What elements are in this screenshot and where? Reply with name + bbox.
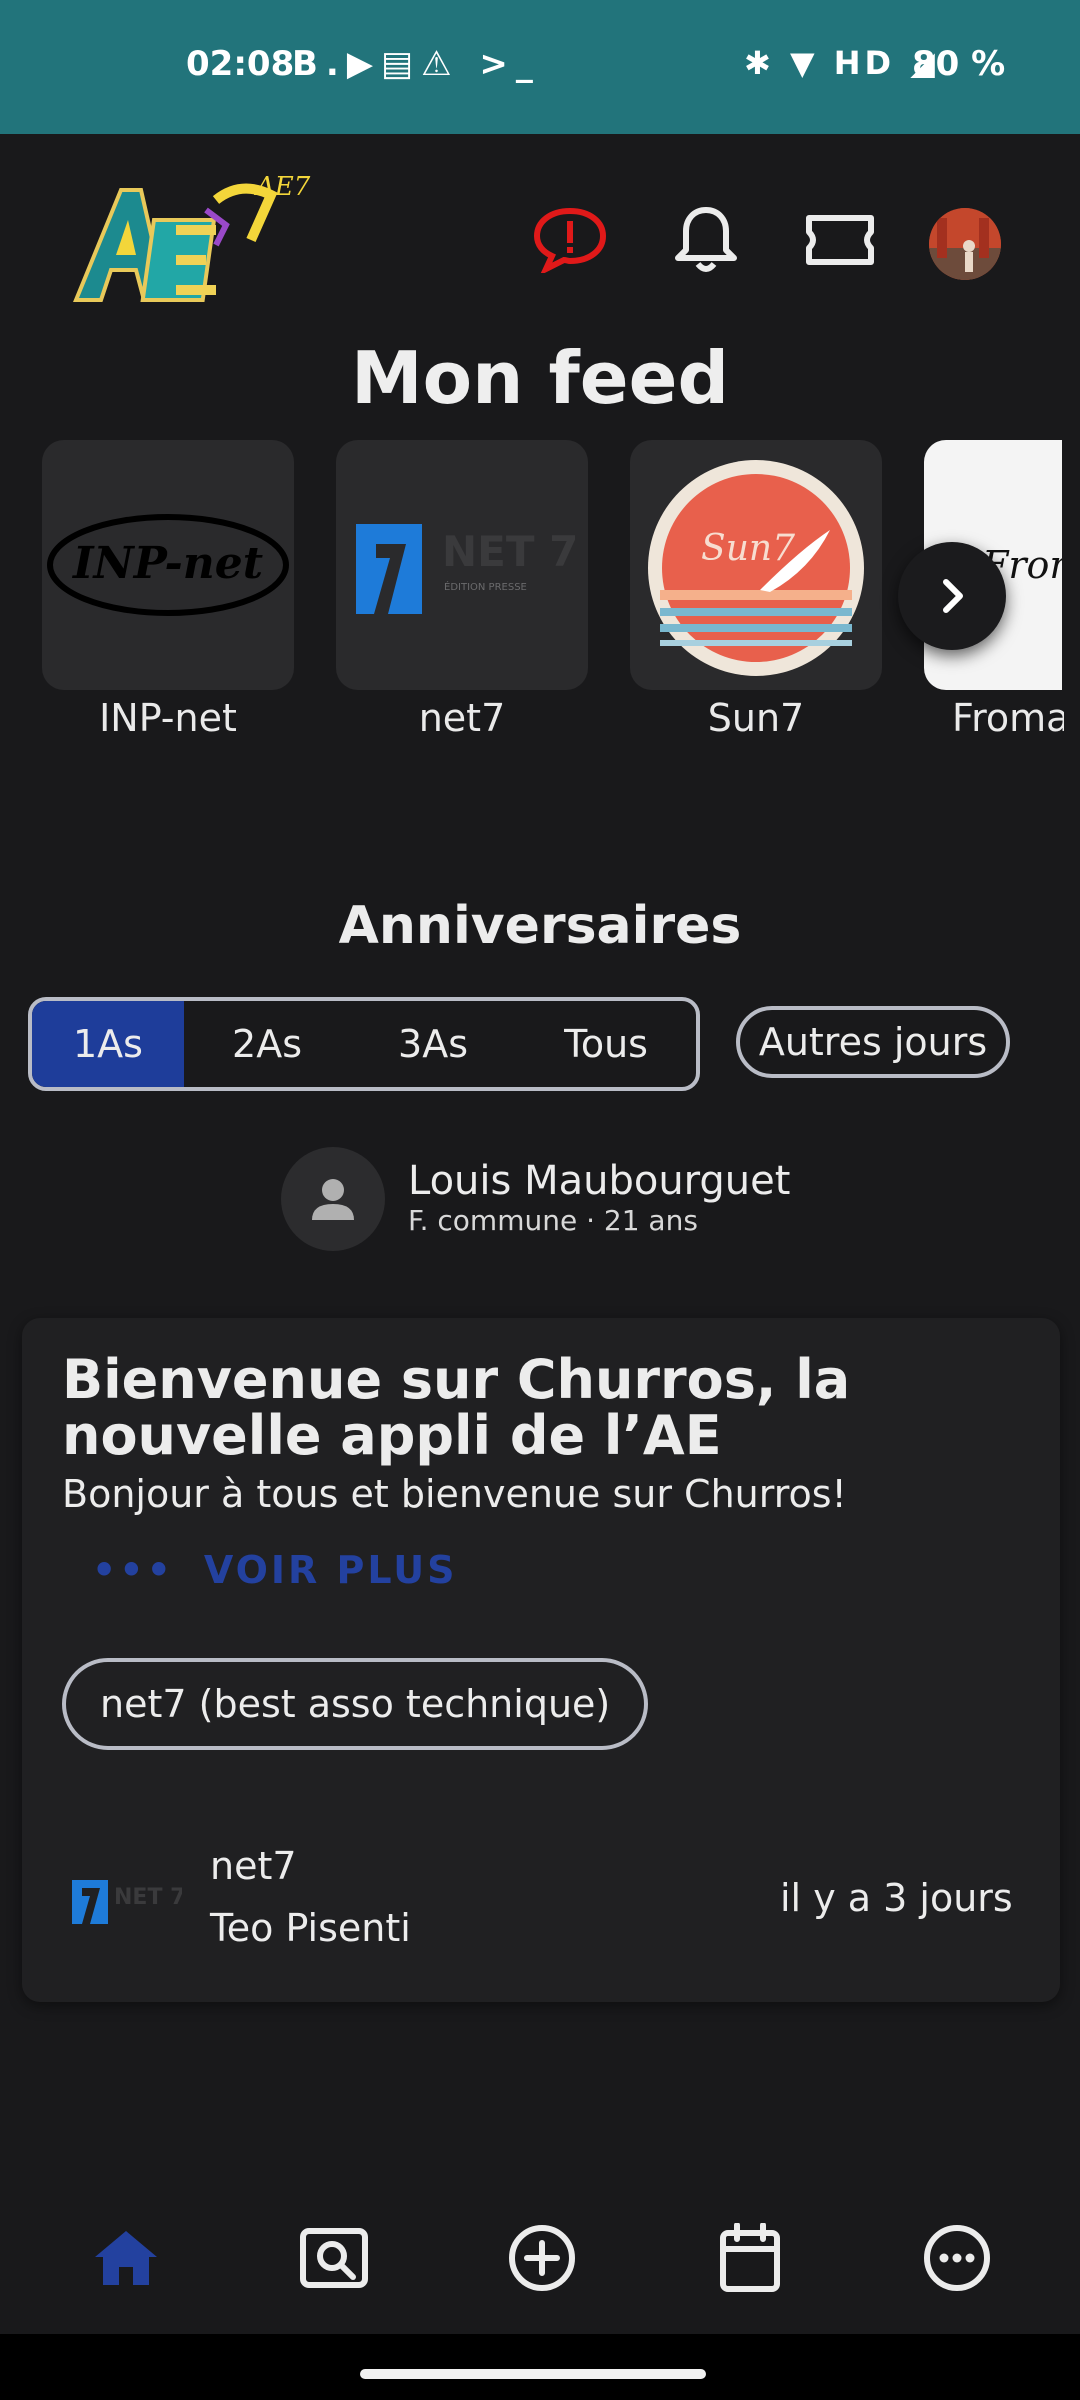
more-icon	[924, 2225, 990, 2291]
birthdays-title: Anniversaires	[338, 896, 742, 956]
article-title[interactable]: Bienvenue sur Churros, la nouvelle appli…	[62, 1352, 962, 1464]
birthday-person-name[interactable]: Louis Maubourguet	[408, 1158, 790, 1204]
search-icon	[300, 2228, 368, 2288]
avatar[interactable]	[929, 208, 1001, 280]
article-group-logo[interactable]: NET 7	[70, 1868, 185, 1928]
group-name: Sun7	[707, 696, 805, 740]
article-tag-chip[interactable]: net7 (best asso technique)	[62, 1658, 649, 1750]
alert-bubble-icon[interactable]	[530, 200, 610, 280]
person-icon	[312, 1179, 354, 1220]
status-time: 02:08	[186, 44, 295, 84]
article-author[interactable]: Teo Pisenti	[210, 1906, 411, 1950]
svg-text:NET 7: NET 7	[114, 1885, 182, 1910]
other-days-button[interactable]: Autres jours	[736, 1006, 1010, 1078]
home-icon	[95, 2231, 157, 2285]
svg-text:NET 7: NET 7	[442, 527, 578, 576]
sun7-logo: Sun7	[648, 460, 864, 676]
group-tile-inp-net[interactable]: INP-net	[42, 440, 294, 690]
article-group-name[interactable]: net7	[210, 1844, 297, 1888]
ticket-icon[interactable]	[800, 200, 880, 280]
notification-icons: B.▶▤⚠ >_	[292, 44, 541, 84]
logo-text: AE7	[254, 172, 311, 202]
svg-text:INP-net: INP-net	[71, 538, 263, 589]
net7-logo: NET 7 ÉDITION PRESSE	[356, 524, 578, 614]
nav-home[interactable]	[86, 2218, 166, 2298]
chevron-right-icon	[943, 579, 963, 613]
battery-level: 80 %	[912, 44, 1006, 84]
birthday-person-detail: F. commune · 21 ans	[408, 1204, 698, 1237]
tab-2as[interactable]: 2As	[184, 1001, 350, 1087]
year-filter-tabs: 1As 2As 3As Tous	[28, 997, 700, 1091]
see-more-label: VOIR PLUS	[203, 1548, 458, 1592]
nav-more[interactable]	[917, 2218, 997, 2298]
ae7-logo[interactable]: AE7	[66, 170, 316, 310]
bell-icon[interactable]	[666, 200, 746, 280]
calendar-icon	[720, 2223, 780, 2292]
nav-add[interactable]	[502, 2218, 582, 2298]
gesture-bar-area	[0, 2334, 1080, 2400]
inp-net-logo: INP-net	[47, 514, 289, 616]
group-name: net7	[418, 696, 506, 740]
tab-3as[interactable]: 3As	[350, 1001, 516, 1087]
system-status-icons: ✱ ▼ HD ◢	[744, 44, 939, 82]
group-tile-net7[interactable]: NET 7 ÉDITION PRESSE	[336, 440, 588, 690]
add-icon	[509, 2225, 575, 2291]
group-name: Froma	[952, 696, 1064, 740]
nav-search[interactable]	[294, 2218, 374, 2298]
birthday-person-avatar[interactable]	[281, 1147, 385, 1251]
carousel-next-button[interactable]	[898, 542, 1006, 650]
home-gesture-pill[interactable]	[360, 2369, 706, 2379]
group-name: INP-net	[99, 696, 237, 740]
more-dots-icon: •••	[92, 1548, 174, 1592]
svg-text:Sun7: Sun7	[701, 528, 795, 569]
article-excerpt: Bonjour à tous et bienvenue sur Churros!	[62, 1472, 847, 1516]
see-more-button[interactable]: ••• VOIR PLUS	[92, 1548, 457, 1592]
article-date: il y a 3 jours	[780, 1876, 1013, 1920]
nav-calendar[interactable]	[710, 2218, 790, 2298]
svg-text:ÉDITION PRESSE: ÉDITION PRESSE	[444, 580, 527, 593]
group-tile-sun7[interactable]: Sun7	[630, 440, 882, 690]
tab-tous[interactable]: Tous	[516, 1001, 696, 1087]
tab-1as[interactable]: 1As	[32, 1001, 184, 1087]
page-title: Mon feed	[351, 336, 729, 420]
status-bar: 02:08 B.▶▤⚠ >_ ✱ ▼ HD ◢ 80 %	[0, 0, 1080, 134]
